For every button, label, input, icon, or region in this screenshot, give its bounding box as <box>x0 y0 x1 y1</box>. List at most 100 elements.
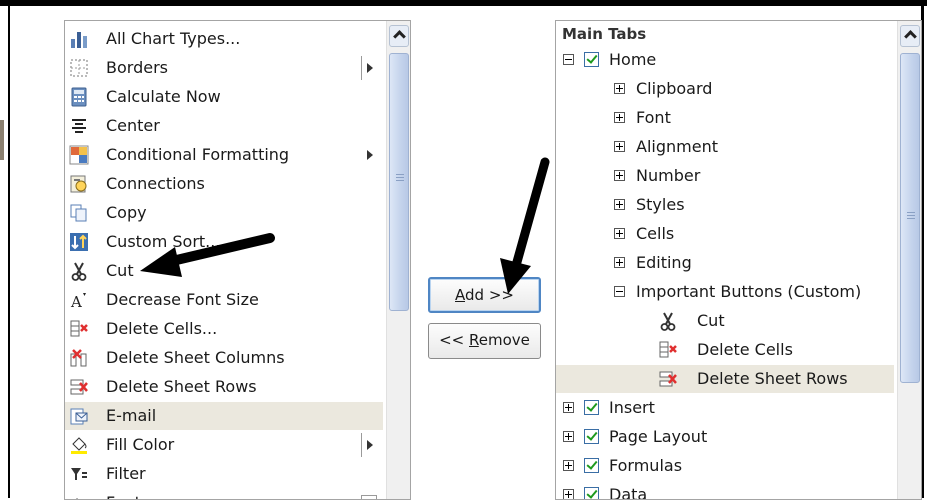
command-item[interactable]: Connections <box>65 170 383 198</box>
command-item[interactable]: Copy <box>65 199 383 227</box>
tree-item[interactable]: Insert <box>556 394 894 422</box>
tree-item-label: Styles <box>636 195 685 214</box>
tree-item-label: Cut <box>697 311 725 330</box>
submenu-arrow-icon <box>367 150 373 160</box>
commands-list[interactable]: All Chart Types... Borders Calculate Now Ce… <box>64 20 411 500</box>
window-edge-accent <box>0 120 4 160</box>
command-item[interactable]: Filter <box>65 460 383 488</box>
expand-plus-icon[interactable] <box>563 402 574 413</box>
connections-icon <box>69 174 89 194</box>
expand-plus-icon[interactable] <box>614 141 625 152</box>
tree-item[interactable]: Font <box>556 104 894 132</box>
command-item-label: Cut <box>106 261 134 280</box>
delete-rows-icon <box>69 377 89 397</box>
tab-checkbox[interactable] <box>584 52 599 67</box>
command-item[interactable]: Delete Sheet Columns <box>65 344 383 372</box>
expand-plus-icon[interactable] <box>614 228 625 239</box>
command-item[interactable]: All Chart Types... <box>65 25 383 53</box>
command-item[interactable]: Delete Sheet Rows <box>65 373 383 401</box>
grip-line <box>396 174 404 175</box>
command-item[interactable]: Cut <box>65 257 383 285</box>
tree-item[interactable]: Alignment <box>556 133 894 161</box>
email-icon <box>69 406 89 426</box>
tab-checkbox[interactable] <box>584 400 599 415</box>
chart-types-icon <box>69 29 89 49</box>
command-item[interactable]: Fill Color <box>65 431 383 459</box>
command-item[interactable]: Conditional Formatting <box>65 141 383 169</box>
remove-button[interactable]: << Remove <box>428 323 541 359</box>
expand-plus-icon[interactable] <box>563 431 574 442</box>
scroll-thumb[interactable] <box>900 53 920 383</box>
tree-item[interactable]: Styles <box>556 191 894 219</box>
tree-item[interactable]: Important Buttons (Custom) <box>556 278 894 306</box>
align-center-icon <box>69 116 89 136</box>
command-item[interactable]: Calculate Now <box>65 83 383 111</box>
calculator-icon <box>69 87 89 107</box>
command-item[interactable]: E-mail <box>65 402 383 430</box>
command-item[interactable]: Center <box>65 112 383 140</box>
tree-item[interactable]: Cut <box>556 307 894 335</box>
scroll-up-button[interactable] <box>900 25 920 47</box>
tree-item[interactable]: Number <box>556 162 894 190</box>
command-item-label: Delete Sheet Columns <box>106 348 285 367</box>
expand-plus-icon[interactable] <box>614 112 625 123</box>
tree-item[interactable]: Clipboard <box>556 75 894 103</box>
commands-list-scrollbar[interactable] <box>386 21 410 499</box>
grip-line <box>396 177 404 178</box>
command-item-label: All Chart Types... <box>106 29 241 48</box>
command-item[interactable]: Borders <box>65 54 383 82</box>
tree-item[interactable]: Home <box>556 46 894 74</box>
tree-item[interactable]: Cells <box>556 220 894 248</box>
tab-checkbox[interactable] <box>584 429 599 444</box>
command-item[interactable]: Custom Sort... <box>65 228 383 256</box>
font-icon: A <box>69 493 89 499</box>
collapse-minus-icon[interactable] <box>614 286 625 297</box>
chevron-up-icon <box>393 30 406 43</box>
remove-button-accel: R <box>469 331 479 349</box>
command-item[interactable]: AFontT <box>65 489 383 499</box>
remove-button-label: emove <box>478 331 530 349</box>
tab-checkbox[interactable] <box>584 487 599 499</box>
delete-cells-icon <box>658 340 678 360</box>
command-item-label: Font <box>106 493 141 499</box>
expand-plus-icon[interactable] <box>563 460 574 471</box>
split-separator <box>361 56 362 80</box>
scroll-thumb[interactable] <box>389 53 409 311</box>
filter-icon <box>69 464 89 484</box>
expand-plus-icon[interactable] <box>614 83 625 94</box>
grip-line <box>907 218 915 219</box>
tree-item[interactable]: Data <box>556 481 894 499</box>
tree-item-label: Clipboard <box>636 79 713 98</box>
delete-columns-icon <box>69 348 89 368</box>
expand-plus-icon[interactable] <box>563 489 574 499</box>
expand-plus-icon[interactable] <box>614 199 625 210</box>
scroll-up-button[interactable] <box>389 25 409 47</box>
command-item[interactable]: Delete Cells... <box>65 315 383 343</box>
chevron-up-icon <box>904 30 917 43</box>
add-button[interactable]: Add >> <box>428 277 541 313</box>
tree-item[interactable]: Editing <box>556 249 894 277</box>
scissors-icon <box>658 311 678 331</box>
command-item-label: Fill Color <box>106 435 175 454</box>
command-item[interactable]: A Decrease Font Size <box>65 286 383 314</box>
tree-item[interactable]: Delete Sheet Rows <box>556 365 894 393</box>
collapse-minus-icon[interactable] <box>563 54 574 65</box>
tree-header: Main Tabs <box>562 25 647 43</box>
tab-checkbox[interactable] <box>584 458 599 473</box>
command-item-label: Delete Sheet Rows <box>106 377 257 396</box>
tree-item-label: Important Buttons (Custom) <box>636 282 862 301</box>
copy-icon <box>69 203 89 223</box>
tree-item[interactable]: Formulas <box>556 452 894 480</box>
delete-rows-icon <box>658 369 678 389</box>
command-item-label: Decrease Font Size <box>106 290 259 309</box>
expand-plus-icon[interactable] <box>614 170 625 181</box>
command-item-label: Conditional Formatting <box>106 145 290 164</box>
tree-item-label: Font <box>636 108 671 127</box>
tree-item[interactable]: Delete Cells <box>556 336 894 364</box>
expand-plus-icon[interactable] <box>614 257 625 268</box>
tree-item[interactable]: Page Layout <box>556 423 894 451</box>
fill-color-icon <box>69 435 89 455</box>
main-tabs-scrollbar[interactable] <box>897 21 921 499</box>
main-tabs-tree[interactable]: Main Tabs Home Clipboard Font Alignment Numb… <box>555 20 922 500</box>
command-item-label: Copy <box>106 203 147 222</box>
